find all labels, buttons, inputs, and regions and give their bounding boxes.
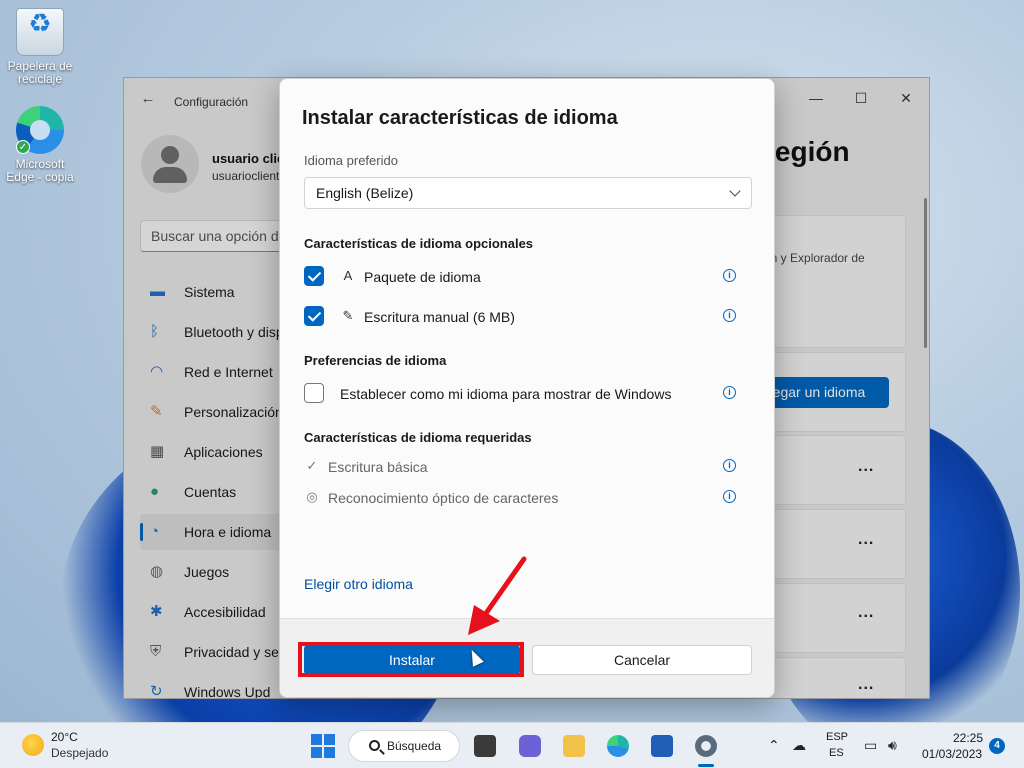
edge-icon: ✓: [16, 106, 64, 154]
display-language-row[interactable]: Establecer como mi idioma para mostrar d…: [304, 382, 752, 406]
preferences-heading: Preferencias de idioma: [304, 353, 447, 368]
chevron-up-icon[interactable]: ⌃: [768, 737, 780, 754]
clock-time[interactable]: 22:25: [953, 731, 983, 745]
preferred-language-value: English (Belize): [316, 185, 414, 201]
onedrive-cloud-icon[interactable]: ☁: [792, 737, 806, 754]
search-icon: [369, 740, 380, 751]
required-features-heading: Características de idioma requeridas: [304, 430, 532, 445]
chat-icon[interactable]: [519, 735, 541, 757]
dialog-title: Instalar características de idioma: [302, 107, 618, 129]
taskbar: 20°C Despejado Búsqueda ⌃ ☁ ESP ES ▭ 🔊︎ …: [0, 722, 1024, 768]
info-icon[interactable]: i: [723, 386, 736, 399]
camera-icon: ◎: [306, 489, 318, 504]
desktop-icon-label: Papelera de reciclaje: [7, 59, 73, 86]
info-icon[interactable]: i: [723, 459, 736, 472]
volume-icon[interactable]: 🔊︎: [888, 737, 897, 754]
display-language-checkbox[interactable]: [304, 383, 324, 403]
start-button[interactable]: [309, 731, 339, 761]
edge-taskbar-icon[interactable]: [607, 735, 629, 757]
feature-label: Escritura manual (6 MB): [364, 309, 515, 325]
chevron-down-icon: [729, 185, 741, 197]
feature-row-handwriting[interactable]: ✎ Escritura manual (6 MB) i: [304, 305, 752, 329]
display-language-label: Establecer como mi idioma para mostrar d…: [340, 386, 672, 402]
store-icon[interactable]: [651, 735, 673, 757]
recycle-bin-icon: [16, 8, 64, 56]
install-highlight-box: [298, 642, 524, 677]
optional-features-heading: Características de idioma opcionales: [304, 236, 534, 251]
desktop-icon-edge[interactable]: ✓ Microsoft Edge - copia: [2, 106, 78, 184]
spellcheck-icon: ✓: [306, 458, 318, 473]
language-pack-checkbox[interactable]: [304, 266, 324, 286]
handwriting-icon: ✎: [342, 308, 354, 323]
info-icon[interactable]: i: [723, 309, 736, 322]
active-app-indicator: [698, 764, 714, 767]
task-view-icon[interactable]: [474, 735, 496, 757]
settings-gear-icon[interactable]: [695, 735, 717, 757]
info-icon[interactable]: i: [723, 490, 736, 503]
annotation-arrow-icon: [468, 556, 527, 635]
notification-badge[interactable]: 4: [989, 738, 1005, 754]
weather-description[interactable]: Despejado: [51, 746, 108, 760]
file-explorer-icon[interactable]: [563, 735, 585, 757]
taskbar-search[interactable]: Búsqueda: [348, 730, 460, 762]
language-pack-icon: A: [343, 268, 353, 283]
handwriting-checkbox[interactable]: [304, 306, 324, 326]
keyboard-layout[interactable]: ES: [829, 747, 844, 759]
network-icon[interactable]: ▭: [864, 737, 877, 754]
check-badge-icon: ✓: [16, 140, 30, 154]
desktop-icon-label: Microsoft Edge - copia: [6, 157, 74, 184]
feature-label: Reconocimiento óptico de caracteres: [328, 490, 559, 506]
desktop-icon-recycle-bin[interactable]: Papelera de reciclaje: [2, 8, 78, 86]
weather-temperature[interactable]: 20°C: [51, 730, 78, 744]
required-row-ocr: ◎ Reconocimiento óptico de caracteres i: [304, 486, 752, 510]
feature-row-language-pack[interactable]: A Paquete de idioma i: [304, 265, 752, 289]
weather-sun-icon[interactable]: [22, 734, 44, 756]
preferred-language-label: Idioma preferido: [304, 153, 398, 168]
cancel-button[interactable]: Cancelar: [532, 645, 752, 675]
feature-label: Paquete de idioma: [364, 269, 481, 285]
choose-other-language-link[interactable]: Elegir otro idioma: [304, 576, 413, 592]
clock-date[interactable]: 01/03/2023: [922, 747, 982, 761]
required-row-basic-typing: ✓ Escritura básica i: [304, 455, 752, 479]
taskbar-search-label: Búsqueda: [387, 739, 442, 753]
feature-label: Escritura básica: [328, 459, 428, 475]
input-language[interactable]: ESP: [826, 731, 848, 743]
preferred-language-select[interactable]: English (Belize): [304, 177, 752, 209]
info-icon[interactable]: i: [723, 269, 736, 282]
